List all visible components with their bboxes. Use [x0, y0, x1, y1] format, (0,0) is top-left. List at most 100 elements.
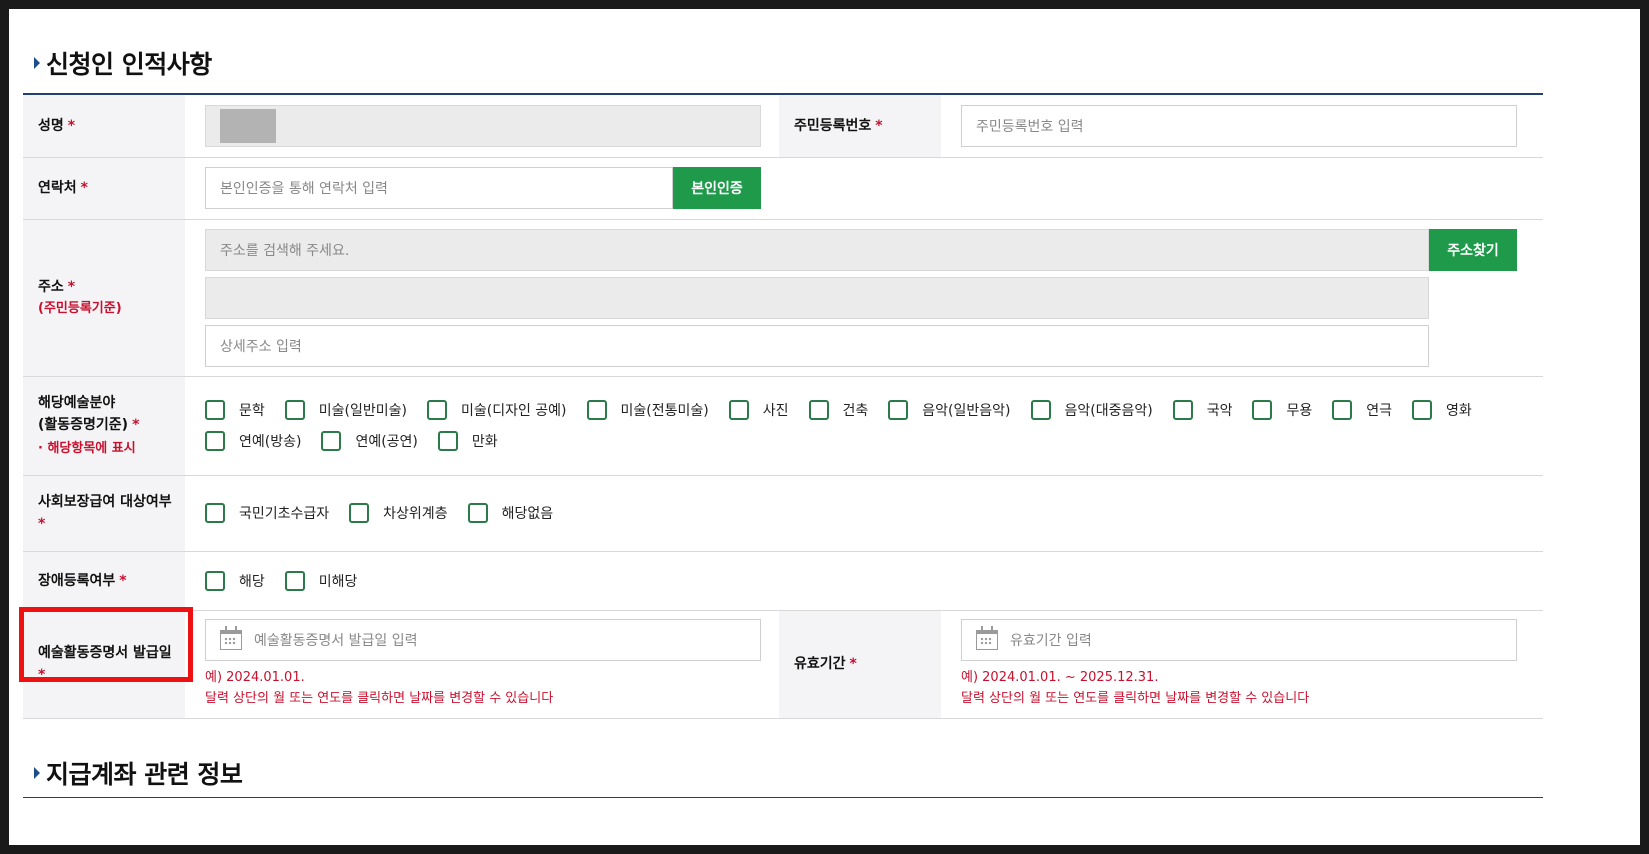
art-field-option-label: 만화	[471, 434, 498, 450]
checkbox-icon[interactable]	[205, 400, 225, 420]
checkbox-icon[interactable]	[1332, 400, 1353, 420]
row-disability: 장애등록여부 * 해당 미해당	[23, 551, 1543, 611]
checkbox-icon[interactable]	[205, 431, 225, 451]
checkbox-icon[interactable]	[205, 503, 225, 523]
art-field-option-label: 음악(대중음악)	[1064, 403, 1153, 419]
art-field-checkbox-option[interactable]: 연극	[1332, 400, 1392, 420]
address-detail-placeholder: 상세주소 입력	[220, 338, 302, 355]
required-mark: *	[132, 416, 140, 433]
masked-name-value	[220, 108, 276, 143]
label-social-security: 사회보장급여 대상여부 *	[23, 475, 185, 552]
issue-date-field[interactable]: 예술활동증명서 발급일 입력	[205, 619, 761, 661]
validity-example: 예) 2024.01.01. ~ 2025.12.31.	[961, 670, 1159, 685]
label-address: 주소 * (주민등록기준)	[23, 219, 185, 377]
social-security-checkbox-option[interactable]: 해당없음	[467, 503, 554, 523]
label-rrn: 주민등록번호 *	[779, 95, 941, 158]
art-field-option-label: 영화	[1446, 403, 1472, 419]
required-mark: *	[67, 117, 76, 134]
calendar-icon[interactable]	[220, 626, 242, 650]
art-field-checkbox-option[interactable]: 미술(전통미술)	[586, 400, 709, 420]
social-security-option-label: 해당없음	[501, 506, 554, 522]
art-field-option-label: 음악(일반음악)	[922, 403, 1011, 419]
calendar-icon[interactable]	[976, 626, 998, 650]
art-field-checkbox-option[interactable]: 무용	[1252, 400, 1312, 420]
address-search-button[interactable]: 주소찾기	[1429, 228, 1517, 271]
validity-help: 달력 상단의 월 또는 연도를 클릭하면 날짜를 변경할 수 있습니다	[961, 691, 1310, 706]
art-field-option-label: 미술(전통미술)	[620, 403, 709, 419]
disability-option-label: 해당	[239, 573, 265, 590]
row-dates: 예술활동증명서 발급일 * 예술활동증명서 발급일 입력 예) 2024.01.…	[23, 610, 1543, 719]
required-mark: *	[80, 180, 88, 196]
art-field-checkbox-option[interactable]: 미술(일반미술)	[284, 400, 407, 420]
identity-verify-button[interactable]: 본인인증	[673, 167, 761, 209]
section-title-applicant: 신청인 인적사항	[34, 45, 212, 81]
art-field-checkbox-option[interactable]: 음악(일반음악)	[888, 400, 1011, 420]
art-field-option-label: 미술(일반미술)	[318, 403, 407, 419]
contact-field[interactable]: 본인인증을 통해 연락처 입력	[205, 167, 673, 209]
art-field-checkbox-option[interactable]: 건축	[808, 400, 869, 420]
social-security-checkbox-option[interactable]: 국민기초수급자	[205, 503, 329, 523]
checkbox-icon[interactable]	[1172, 400, 1193, 420]
checkbox-icon[interactable]	[467, 503, 488, 523]
art-field-option-label: 연예(방송)	[239, 434, 302, 450]
social-security-option-label: 차상위계층	[383, 506, 448, 522]
address-result-field	[205, 276, 1429, 319]
disability-checkbox-option[interactable]: 미해당	[284, 570, 357, 591]
art-field-option-label: 미술(디자인 공예)	[460, 403, 567, 419]
disability-checkbox-option[interactable]: 해당	[205, 570, 265, 591]
checkbox-icon[interactable]	[1412, 400, 1433, 420]
checkbox-icon[interactable]	[321, 431, 342, 451]
checkbox-icon[interactable]	[1030, 400, 1051, 420]
checkbox-icon[interactable]	[284, 570, 305, 591]
address-detail-field[interactable]: 상세주소 입력	[205, 324, 1429, 367]
section-title-text: 지급계좌 관련 정보	[46, 760, 243, 789]
checkbox-icon[interactable]	[808, 400, 829, 420]
art-field-checkbox-option[interactable]: 만화	[437, 431, 498, 451]
issue-date-example: 예) 2024.01.01.	[205, 670, 305, 685]
checkbox-icon[interactable]	[437, 431, 458, 451]
art-field-option-label: 무용	[1286, 403, 1313, 419]
art-field-checkbox-option[interactable]: 문학	[205, 400, 265, 420]
art-field-option-label: 연극	[1366, 403, 1393, 419]
triangle-bullet-icon	[34, 57, 40, 69]
required-mark: *	[67, 278, 76, 295]
art-field-note: · 해당항목에 표시	[38, 440, 136, 456]
art-field-option-label: 문학	[239, 403, 265, 419]
art-field-checkbox-option[interactable]: 국악	[1172, 400, 1233, 420]
checkbox-icon[interactable]	[349, 503, 370, 523]
address-search-placeholder: 주소를 검색해 주세요.	[220, 242, 350, 259]
art-field-option-label: 국악	[1206, 403, 1233, 419]
applicant-form: 성명 * 주민등록번호 * 주민등록번호 입력 연락처 * 본인인증을 통해 연…	[23, 95, 1543, 719]
art-field-checkbox-option[interactable]: 음악(대중음악)	[1030, 400, 1153, 420]
art-field-option-label: 사진	[762, 403, 789, 419]
checkbox-icon[interactable]	[586, 400, 607, 420]
validity-placeholder: 유효기간 입력	[1010, 633, 1092, 649]
art-field-checkbox-option[interactable]: 영화	[1412, 400, 1472, 420]
row-art-field: 해당예술분야 (활동증명기준) * · 해당항목에 표시 문학 미술(일반미술) 미술…	[23, 376, 1543, 476]
art-field-option-label: 건축	[842, 403, 869, 419]
label-art-field: 해당예술분야 (활동증명기준) * · 해당항목에 표시	[23, 376, 185, 476]
validity-field[interactable]: 유효기간 입력	[961, 619, 1517, 661]
required-mark: *	[849, 656, 857, 672]
name-field[interactable]	[205, 104, 761, 147]
art-field-checkbox-option[interactable]: 연예(방송)	[205, 431, 301, 451]
art-field-checkbox-option[interactable]: 미술(디자인 공예)	[426, 400, 567, 420]
checkbox-icon[interactable]	[426, 400, 447, 420]
row-contact: 연락처 * 본인인증을 통해 연락처 입력 본인인증	[23, 157, 1543, 220]
rrn-field[interactable]: 주민등록번호 입력	[961, 104, 1517, 147]
art-field-checkbox-option[interactable]: 사진	[728, 400, 789, 420]
required-mark: *	[119, 572, 127, 589]
checkbox-icon[interactable]	[728, 400, 749, 420]
checkbox-icon[interactable]	[1252, 400, 1273, 420]
section-title-account: 지급계좌 관련 정보	[34, 755, 243, 791]
social-security-checkbox-option[interactable]: 차상위계층	[349, 503, 448, 523]
checkbox-icon[interactable]	[205, 570, 225, 591]
checkbox-icon[interactable]	[888, 400, 909, 420]
checkbox-icon[interactable]	[284, 400, 305, 420]
screenshot-frame: 신청인 인적사항 성명 * 주민등록번호 * 주민등록번호 입력 연락처 * 본…	[0, 0, 1649, 854]
label-validity: 유효기간 *	[779, 610, 941, 719]
row-address: 주소 * (주민등록기준) 주소를 검색해 주세요. 주소찾기 상세주소 입력	[23, 219, 1543, 377]
address-search-field[interactable]: 주소를 검색해 주세요.	[205, 228, 1429, 271]
art-field-checkbox-option[interactable]: 연예(공연)	[321, 431, 418, 451]
row-name: 성명 * 주민등록번호 * 주민등록번호 입력	[23, 95, 1543, 158]
